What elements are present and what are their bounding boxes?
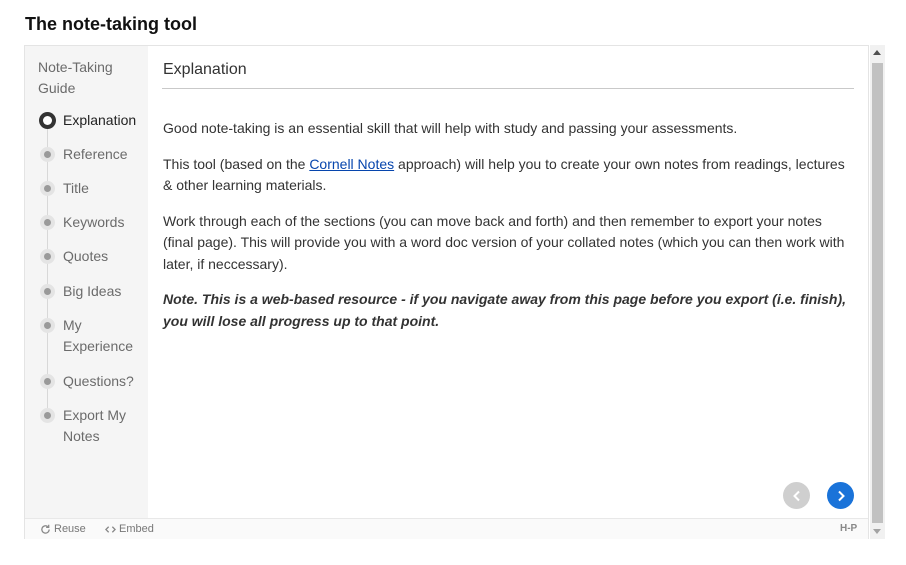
main-content: Explanation Good note-taking is an essen… <box>162 46 854 518</box>
chevron-left-icon <box>792 490 800 501</box>
refresh-icon <box>41 524 50 534</box>
sidebar-item-label: Explanation <box>63 112 137 128</box>
section-title: Explanation <box>163 61 247 78</box>
step-dot-icon <box>40 284 55 299</box>
warning-note: Note. This is a web-based resource - if … <box>163 291 847 329</box>
page-title: The note-taking tool <box>25 14 197 34</box>
h5p-logo[interactable]: H-P <box>840 523 857 534</box>
sidebar-item-label: Questions? <box>63 373 134 389</box>
step-connector-line <box>47 124 48 416</box>
cornell-notes-link[interactable]: Cornell Notes <box>309 156 394 172</box>
h5p-content-frame: Note-Taking Guide Explanation Reference … <box>24 45 869 539</box>
embed-button[interactable]: Embed <box>105 523 154 535</box>
reuse-label: Reuse <box>54 523 86 535</box>
sidebar-navigation: Note-Taking Guide Explanation Reference … <box>25 46 148 518</box>
next-button[interactable] <box>827 482 854 509</box>
scroll-up-icon[interactable] <box>873 50 881 55</box>
sidebar-item-label: Title <box>63 180 89 196</box>
instructions-paragraph: Work through each of the sections (you c… <box>163 212 845 272</box>
sidebar-item-label: Export My Notes <box>63 407 127 444</box>
scroll-down-icon[interactable] <box>873 529 881 534</box>
step-dot-icon <box>40 215 55 230</box>
step-dot-icon <box>40 249 55 264</box>
sidebar-item-label: Reference <box>63 146 128 162</box>
sidebar-item-label: Big Ideas <box>63 283 122 299</box>
active-step-icon <box>39 112 56 129</box>
intro-paragraph: Good note-taking is an essential skill t… <box>163 120 738 136</box>
explanation-text: Good note-taking is an essential skill t… <box>163 118 855 346</box>
tool-paragraph-start: This tool (based on the <box>163 155 310 172</box>
sidebar-item-label: Keywords <box>63 214 125 230</box>
reuse-button[interactable]: Reuse <box>40 523 86 535</box>
code-icon <box>105 525 116 533</box>
sidebar-item-label: My Experience <box>63 317 134 354</box>
chevron-right-icon <box>837 490 845 501</box>
step-dot-icon <box>40 318 55 333</box>
tool-paragraph: This tool (based on the Cornell Notes ap… <box>163 154 855 197</box>
sidebar-item-label: Quotes <box>63 248 109 264</box>
vertical-scrollbar[interactable] <box>870 45 885 539</box>
step-dot-icon <box>40 408 55 423</box>
h5p-footer: Reuse Embed H-P <box>25 518 868 539</box>
previous-button[interactable] <box>783 482 810 509</box>
step-dot-icon <box>40 374 55 389</box>
title-divider <box>162 88 854 89</box>
step-dot-icon <box>40 147 55 162</box>
step-dot-icon <box>40 181 55 196</box>
scrollbar-thumb[interactable] <box>872 63 883 523</box>
embed-label: Embed <box>119 523 154 535</box>
sidebar-heading: Note-Taking Guide <box>38 59 113 96</box>
